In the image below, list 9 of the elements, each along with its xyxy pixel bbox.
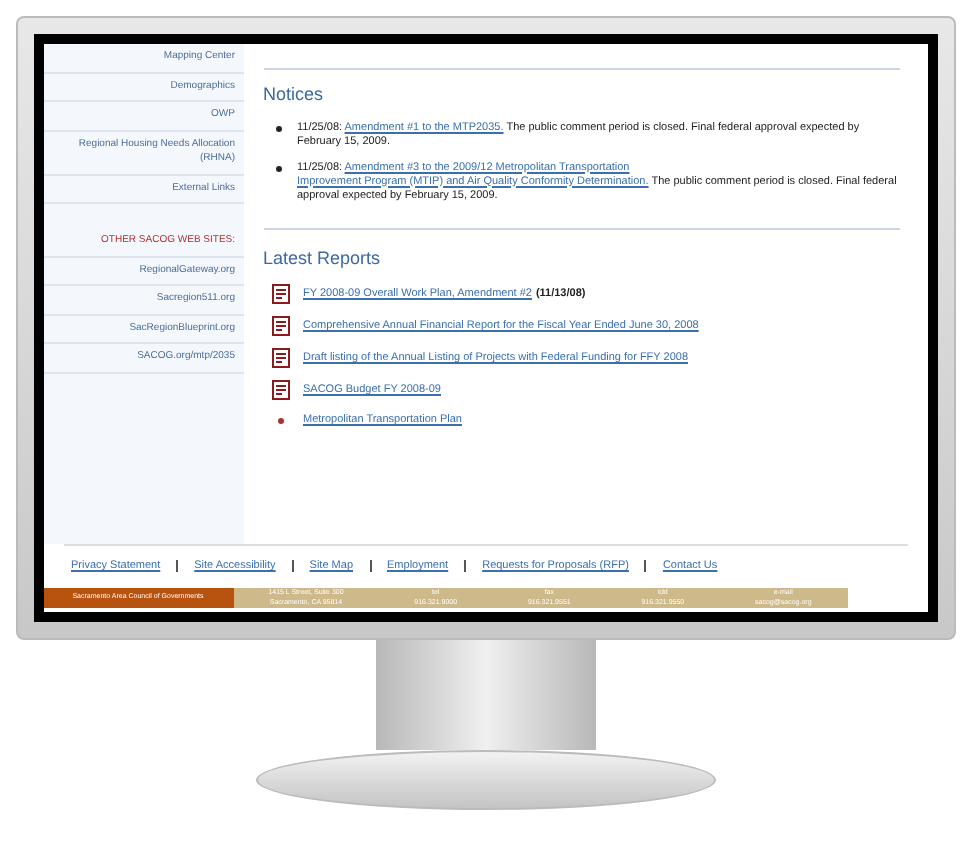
pdf-icon: [271, 380, 289, 400]
bullet-icon: [275, 165, 281, 171]
section-title: Latest Reports: [263, 245, 383, 272]
pdf-icon: [271, 316, 289, 336]
bullet-icon: [275, 125, 281, 131]
pdf-icon: [271, 348, 289, 368]
section-title: Notices: [263, 82, 326, 108]
bullet-icon: [277, 417, 283, 424]
pdf-icon: [271, 284, 289, 304]
